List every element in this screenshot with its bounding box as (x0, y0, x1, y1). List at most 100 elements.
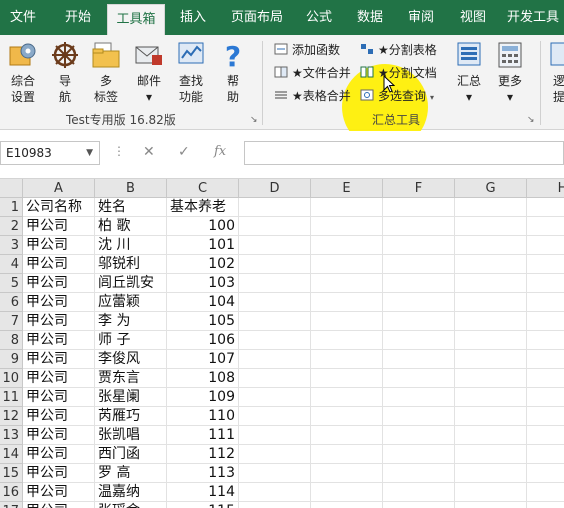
cell-e[interactable] (311, 217, 383, 236)
cell-e[interactable] (311, 369, 383, 388)
row-header[interactable]: 9 (0, 350, 23, 369)
select-all-corner[interactable] (0, 179, 23, 198)
cell-c[interactable]: 103 (167, 274, 239, 293)
cell-h[interactable] (527, 350, 564, 369)
cell-a[interactable]: 甲公司 (23, 445, 95, 464)
row-header[interactable]: 10 (0, 369, 23, 388)
row-header[interactable]: 16 (0, 483, 23, 502)
column-header-d[interactable]: D (239, 179, 311, 198)
cell-b[interactable]: 贾东言 (95, 369, 167, 388)
cell-b[interactable]: 姓名 (95, 198, 167, 217)
cell-e[interactable] (311, 331, 383, 350)
cell-c[interactable]: 110 (167, 407, 239, 426)
cell-d[interactable] (239, 464, 311, 483)
cell-f[interactable] (383, 293, 455, 312)
cell-g[interactable] (455, 502, 527, 508)
cell-d[interactable] (239, 312, 311, 331)
cell-e[interactable] (311, 255, 383, 274)
cell-a[interactable]: 甲公司 (23, 331, 95, 350)
cell-c[interactable]: 106 (167, 331, 239, 350)
cell-b[interactable]: 邬锐利 (95, 255, 167, 274)
cell-h[interactable] (527, 445, 564, 464)
cell-h[interactable] (527, 255, 564, 274)
cell-d[interactable] (239, 236, 311, 255)
group-launcher-icon[interactable]: ↘ (250, 115, 258, 125)
cell-h[interactable] (527, 274, 564, 293)
cell-c[interactable]: 115 (167, 502, 239, 508)
cell-e[interactable] (311, 198, 383, 217)
cell-d[interactable] (239, 350, 311, 369)
cell-f[interactable] (383, 483, 455, 502)
row-header[interactable]: 5 (0, 274, 23, 293)
cell-g[interactable] (455, 293, 527, 312)
split-document-button[interactable]: ★分割文档 (360, 63, 437, 83)
row-header[interactable]: 14 (0, 445, 23, 464)
cell-a[interactable]: 甲公司 (23, 217, 95, 236)
row-header[interactable]: 17 (0, 502, 23, 508)
formula-input[interactable] (244, 141, 564, 165)
name-box[interactable]: E10983 ▼ (0, 141, 100, 165)
multi-query-button[interactable]: 多选查询 ▾ (360, 86, 434, 106)
cell-a[interactable]: 公司名称 (23, 198, 95, 217)
tab-view[interactable]: 视图 (450, 0, 496, 35)
cell-d[interactable] (239, 369, 311, 388)
name-box-dropdown-icon[interactable]: ▼ (86, 142, 93, 164)
cell-d[interactable] (239, 255, 311, 274)
cell-g[interactable] (455, 369, 527, 388)
cell-c[interactable]: 102 (167, 255, 239, 274)
cell-h[interactable] (527, 388, 564, 407)
cell-c[interactable]: 113 (167, 464, 239, 483)
cell-a[interactable]: 甲公司 (23, 502, 95, 508)
cell-f[interactable] (383, 255, 455, 274)
cell-c[interactable]: 107 (167, 350, 239, 369)
cell-d[interactable] (239, 217, 311, 236)
cell-g[interactable] (455, 350, 527, 369)
cell-f[interactable] (383, 388, 455, 407)
cell-f[interactable] (383, 198, 455, 217)
cell-h[interactable] (527, 312, 564, 331)
cell-d[interactable] (239, 502, 311, 508)
split-table-button[interactable]: ★分割表格 (360, 40, 437, 60)
cell-a[interactable]: 甲公司 (23, 483, 95, 502)
cell-b[interactable]: 应蕾颖 (95, 293, 167, 312)
cell-g[interactable] (455, 426, 527, 445)
cell-h[interactable] (527, 426, 564, 445)
tab-home[interactable]: 开始 (52, 0, 104, 35)
multi-tab-button[interactable]: 多 标签 (86, 41, 126, 115)
tab-toolbox[interactable]: 工具箱 (107, 4, 165, 35)
cancel-entry-icon[interactable]: ✕ (143, 144, 155, 160)
cell-a[interactable]: 甲公司 (23, 407, 95, 426)
cell-f[interactable] (383, 217, 455, 236)
cell-b[interactable]: 张星阑 (95, 388, 167, 407)
tab-formulas[interactable]: 公式 (296, 0, 342, 35)
cell-f[interactable] (383, 445, 455, 464)
cell-g[interactable] (455, 407, 527, 426)
cell-d[interactable] (239, 407, 311, 426)
cell-g[interactable] (455, 483, 527, 502)
cell-d[interactable] (239, 293, 311, 312)
cell-g[interactable] (455, 255, 527, 274)
column-header-e[interactable]: E (311, 179, 383, 198)
cell-c[interactable]: 109 (167, 388, 239, 407)
cell-a[interactable]: 甲公司 (23, 312, 95, 331)
cell-b[interactable]: 芮雁巧 (95, 407, 167, 426)
cell-h[interactable] (527, 236, 564, 255)
cell-c[interactable]: 104 (167, 293, 239, 312)
cell-g[interactable] (455, 236, 527, 255)
cell-c[interactable]: 100 (167, 217, 239, 236)
cell-f[interactable] (383, 331, 455, 350)
cell-a[interactable]: 甲公司 (23, 350, 95, 369)
tab-developer[interactable]: 开发工具 (502, 0, 564, 35)
row-header[interactable]: 6 (0, 293, 23, 312)
cell-f[interactable] (383, 502, 455, 508)
cell-c[interactable]: 105 (167, 312, 239, 331)
cell-c[interactable]: 114 (167, 483, 239, 502)
cell-h[interactable] (527, 407, 564, 426)
cell-f[interactable] (383, 369, 455, 388)
column-header-a[interactable]: A (23, 179, 95, 198)
tab-file[interactable]: 文件 (0, 0, 46, 35)
cell-f[interactable] (383, 312, 455, 331)
cell-g[interactable] (455, 312, 527, 331)
row-header[interactable]: 3 (0, 236, 23, 255)
cell-g[interactable] (455, 217, 527, 236)
